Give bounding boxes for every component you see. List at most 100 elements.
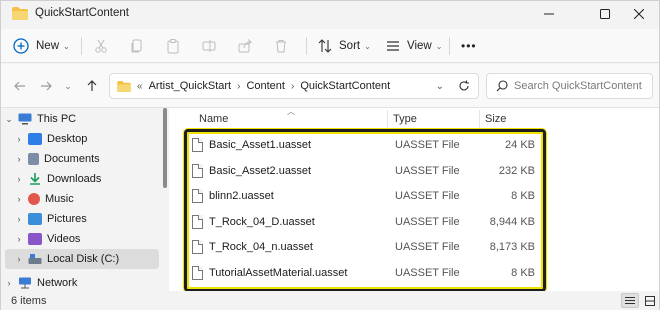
share-button[interactable] bbox=[237, 33, 253, 59]
paste-button[interactable] bbox=[165, 33, 181, 59]
chevron-right-icon[interactable]: › bbox=[13, 214, 25, 224]
file-size: 8,944 KB bbox=[489, 215, 535, 228]
scissors-icon bbox=[95, 39, 107, 53]
chevron-right-icon[interactable]: › bbox=[3, 278, 15, 288]
file-type: UASSET File bbox=[395, 215, 460, 228]
chevron-right-icon[interactable]: › bbox=[13, 174, 25, 184]
file-name: TutorialAssetMaterial.uasset bbox=[209, 266, 348, 279]
sort-label: Sort bbox=[339, 40, 361, 52]
new-button[interactable]: New ⌄ bbox=[13, 33, 70, 59]
refresh-icon[interactable] bbox=[458, 80, 470, 92]
downloads-icon bbox=[30, 173, 40, 185]
sidebar-item-local-disk[interactable]: › Local Disk (C:) bbox=[5, 249, 159, 269]
chevron-down-icon[interactable]: ⌄ bbox=[3, 114, 15, 125]
file-size: 24 KB bbox=[505, 138, 535, 151]
sort-button[interactable]: Sort ⌄ bbox=[317, 33, 371, 59]
sidebar-item-downloads[interactable]: › Downloads bbox=[13, 169, 173, 189]
column-divider[interactable] bbox=[387, 110, 388, 128]
sidebar-item-this-pc[interactable]: ⌄ This PC bbox=[3, 109, 163, 129]
close-icon bbox=[634, 9, 644, 19]
file-row[interactable]: TutorialAssetMaterial.uasset UASSET File… bbox=[187, 260, 543, 285]
details-view-button[interactable] bbox=[621, 293, 639, 308]
videos-icon bbox=[28, 233, 42, 245]
file-row[interactable]: blinn2.uasset UASSET File 8 KB bbox=[187, 183, 543, 208]
chevron-down-icon: ⌄ bbox=[63, 41, 70, 51]
file-type: UASSET File bbox=[395, 138, 460, 151]
file-size: 8 KB bbox=[511, 189, 535, 202]
sidebar-item-documents[interactable]: › Documents bbox=[13, 149, 173, 169]
sidebar-item-label: Music bbox=[45, 193, 74, 205]
maximize-icon bbox=[600, 9, 610, 19]
chevron-right-icon[interactable]: › bbox=[13, 234, 25, 244]
sidebar-item-network[interactable]: › Network bbox=[3, 273, 163, 293]
file-row[interactable]: Basic_Asset2.uasset UASSET File 232 KB bbox=[187, 158, 543, 183]
tiles-view-button[interactable] bbox=[641, 293, 659, 308]
file-row[interactable]: Basic_Asset1.uasset UASSET File 24 KB bbox=[187, 132, 543, 157]
up-button[interactable] bbox=[81, 76, 103, 96]
sidebar-item-label: Network bbox=[37, 277, 78, 289]
close-button[interactable] bbox=[617, 1, 660, 27]
sidebar-item-label: Pictures bbox=[47, 213, 87, 225]
divider bbox=[449, 37, 450, 55]
column-header-type[interactable]: Type bbox=[393, 108, 417, 130]
folder-icon bbox=[12, 7, 28, 20]
documents-icon bbox=[28, 153, 39, 165]
sort-ascending-icon: ︿ bbox=[287, 107, 295, 116]
breadcrumb-quickstartcontent[interactable]: QuickStartContent bbox=[300, 80, 390, 92]
window-title: QuickStartContent bbox=[35, 7, 129, 19]
breadcrumb-artist-quickstart[interactable]: Artist_QuickStart bbox=[149, 80, 232, 92]
more-options-button[interactable]: ••• bbox=[461, 33, 477, 59]
forward-button[interactable] bbox=[35, 76, 57, 96]
minimize-button[interactable] bbox=[527, 1, 571, 27]
chevron-right-icon[interactable]: › bbox=[13, 154, 25, 164]
delete-button[interactable] bbox=[273, 33, 289, 59]
view-button[interactable]: View ⌄ bbox=[385, 33, 442, 59]
search-placeholder: Search QuickStartContent bbox=[514, 80, 642, 92]
column-divider[interactable] bbox=[479, 110, 480, 128]
breadcrumb-content[interactable]: Content bbox=[246, 80, 285, 92]
new-label: New bbox=[36, 40, 60, 52]
sidebar-item-label: Documents bbox=[44, 153, 100, 165]
cut-button[interactable] bbox=[93, 33, 109, 59]
chevron-right-icon[interactable]: › bbox=[291, 81, 294, 92]
file-row[interactable]: T_Rock_04_D.uasset UASSET File 8,944 KB bbox=[187, 209, 543, 234]
sidebar-item-pictures[interactable]: › Pictures bbox=[13, 209, 173, 229]
back-button[interactable] bbox=[9, 76, 31, 96]
plus-icon bbox=[13, 38, 29, 54]
file-name: Basic_Asset2.uasset bbox=[209, 164, 312, 177]
file-icon bbox=[192, 137, 203, 152]
sidebar-item-videos[interactable]: › Videos bbox=[13, 229, 173, 249]
file-type: UASSET File bbox=[395, 240, 460, 253]
copy-button[interactable] bbox=[129, 33, 145, 59]
sidebar-item-label: Downloads bbox=[47, 173, 102, 185]
chevron-down-icon[interactable]: ⌄ bbox=[436, 81, 444, 92]
sidebar-item-music[interactable]: › Music bbox=[13, 189, 173, 209]
sidebar-item-label: This PC bbox=[37, 113, 77, 125]
chevron-down-icon: ⌄ bbox=[64, 80, 72, 91]
file-row[interactable]: T_Rock_04_n.uasset UASSET File 8,173 KB bbox=[187, 234, 543, 259]
desktop-icon bbox=[28, 133, 42, 145]
item-count: 6 items bbox=[11, 294, 47, 307]
file-size: 8,173 KB bbox=[489, 240, 535, 253]
arrow-left-icon bbox=[14, 81, 25, 91]
file-type: UASSET File bbox=[395, 189, 460, 202]
view-icon bbox=[387, 41, 399, 51]
sidebar-item-desktop[interactable]: › Desktop bbox=[13, 129, 173, 149]
rename-button[interactable] bbox=[201, 33, 217, 59]
chevron-right-icon[interactable]: › bbox=[13, 134, 25, 144]
sidebar-scrollbar[interactable] bbox=[163, 108, 167, 188]
address-bar[interactable]: « Artist_QuickStart › Content › QuickSta… bbox=[109, 73, 479, 99]
chevron-right-icon[interactable]: › bbox=[237, 81, 240, 92]
chevron-right-icon[interactable]: › bbox=[13, 194, 25, 204]
chevron-right-icon[interactable]: › bbox=[13, 254, 25, 264]
pictures-icon bbox=[28, 213, 42, 225]
recent-locations-button[interactable]: ⌄ bbox=[57, 76, 79, 96]
column-header-size[interactable]: Size bbox=[485, 108, 506, 130]
details-view-icon bbox=[625, 297, 635, 304]
file-size: 232 KB bbox=[498, 164, 535, 177]
file-icon bbox=[192, 239, 203, 254]
search-box[interactable]: Search QuickStartContent bbox=[486, 73, 653, 99]
overflow-indicator[interactable]: « bbox=[137, 81, 143, 92]
column-header-name[interactable]: Name bbox=[199, 108, 228, 130]
network-icon bbox=[19, 277, 31, 289]
